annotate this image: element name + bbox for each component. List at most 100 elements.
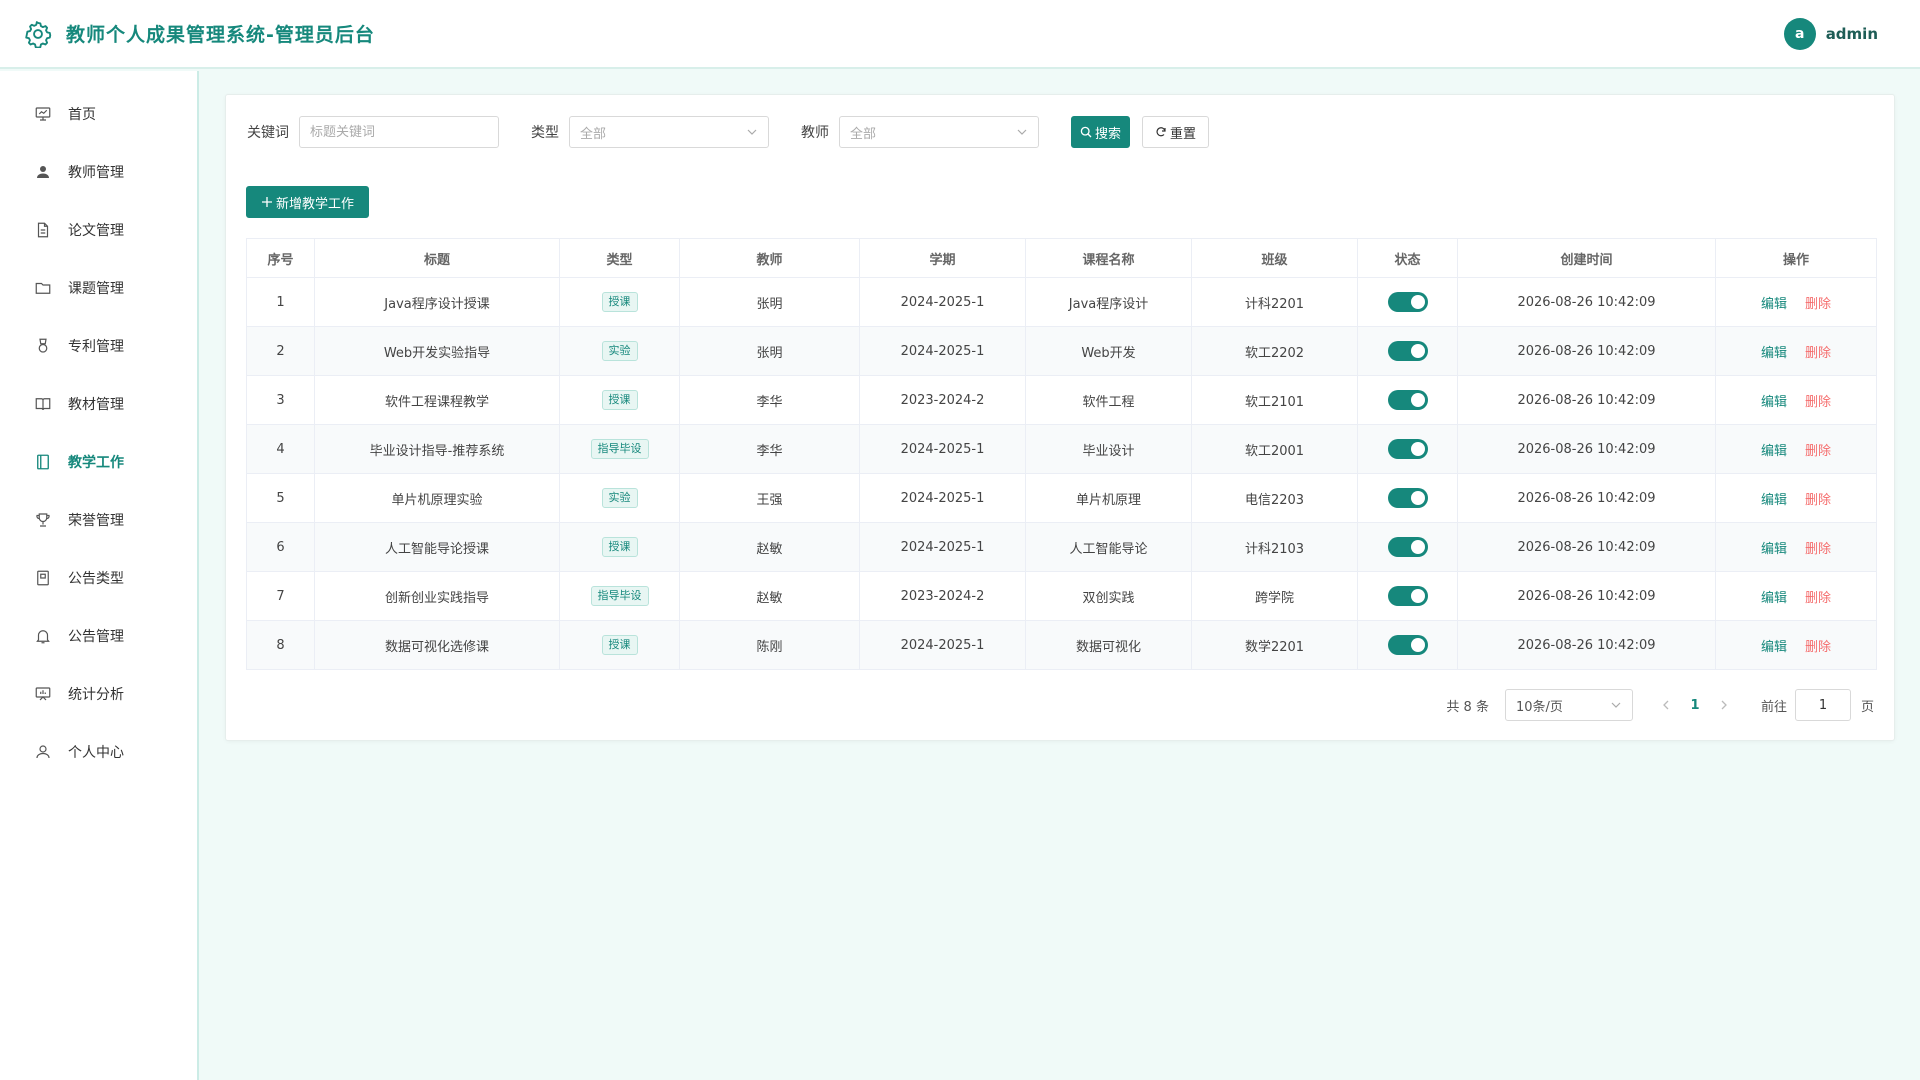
cell-course: Java程序设计: [1025, 277, 1192, 327]
cell-title: 创新创业实践指导: [314, 571, 560, 621]
cell-term: 2024-2025-1: [859, 620, 1026, 670]
sidebar-item-label: 教师管理: [68, 165, 124, 181]
edit-button[interactable]: 编辑: [1761, 297, 1787, 312]
table-row: 2 Web开发实验指导 实验 张明 2024-2025-1 Web开发 软工22…: [246, 326, 1877, 376]
chevron-down-icon: [1610, 699, 1622, 711]
cell-term: 2024-2025-1: [859, 277, 1026, 327]
open-book-icon: [34, 395, 52, 413]
cell-term: 2024-2025-1: [859, 424, 1026, 474]
delete-button[interactable]: 删除: [1805, 542, 1831, 557]
edit-button[interactable]: 编辑: [1761, 640, 1787, 655]
status-toggle[interactable]: [1387, 635, 1428, 655]
cell-created: 2026-08-26 10:42:09: [1457, 571, 1716, 621]
content-card: 关键词 类型 全部 教师 全部 搜索 重置 新增教学工作: [225, 94, 1895, 741]
column-header: 序号: [246, 238, 315, 278]
cell-type: 实验: [559, 473, 680, 523]
cell-no: 2: [246, 326, 315, 376]
column-header: 状态: [1357, 238, 1458, 278]
status-toggle[interactable]: [1387, 537, 1428, 557]
page-number-current[interactable]: 1: [1681, 698, 1709, 713]
delete-button[interactable]: 删除: [1805, 444, 1831, 459]
sidebar-item-projects[interactable]: 课题管理: [0, 259, 197, 317]
cell-status: [1357, 424, 1458, 474]
status-toggle[interactable]: [1387, 488, 1428, 508]
sidebar-item-honors[interactable]: 荣誉管理: [0, 491, 197, 549]
bell-icon: [34, 627, 52, 645]
sidebar-item-notice-types[interactable]: 公告类型: [0, 549, 197, 607]
sidebar-item-label: 专利管理: [68, 339, 124, 355]
cell-status: [1357, 620, 1458, 670]
edit-button[interactable]: 编辑: [1761, 444, 1787, 459]
cell-no: 6: [246, 522, 315, 572]
status-toggle[interactable]: [1387, 586, 1428, 606]
cell-course: 软件工程: [1025, 375, 1192, 425]
user-name[interactable]: admin: [1826, 25, 1878, 43]
status-toggle[interactable]: [1387, 390, 1428, 410]
cell-class: 软工2101: [1191, 375, 1358, 425]
folder-icon: [34, 279, 52, 297]
keyword-input[interactable]: [299, 116, 499, 148]
page-size-select[interactable]: 10条/页: [1504, 689, 1633, 721]
column-header: 学期: [859, 238, 1026, 278]
avatar[interactable]: a: [1783, 17, 1816, 50]
cell-class: 跨学院: [1191, 571, 1358, 621]
cell-teacher: 赵敏: [679, 571, 860, 621]
notebook-list-icon: [34, 569, 52, 587]
type-tag: 授课: [601, 292, 638, 312]
delete-button[interactable]: 删除: [1805, 591, 1831, 606]
sidebar-item-textbooks[interactable]: 教材管理: [0, 375, 197, 433]
delete-button[interactable]: 删除: [1805, 346, 1831, 361]
column-header: 班级: [1191, 238, 1358, 278]
status-toggle[interactable]: [1387, 341, 1428, 361]
sidebar-item-label: 个人中心: [68, 745, 124, 761]
delete-button[interactable]: 删除: [1805, 640, 1831, 655]
cell-teacher: 赵敏: [679, 522, 860, 572]
user-menu[interactable]: a admin: [1783, 17, 1878, 50]
search-button[interactable]: 搜索: [1071, 116, 1131, 148]
cell-status: [1357, 375, 1458, 425]
edit-button[interactable]: 编辑: [1761, 346, 1787, 361]
table-row: 8 数据可视化选修课 授课 陈刚 2024-2025-1 数据可视化 数学220…: [246, 620, 1877, 670]
cell-no: 7: [246, 571, 315, 621]
filter-bar: 关键词 类型 全部 教师 全部 搜索 重置: [247, 116, 1210, 148]
table-row: 6 人工智能导论授课 授课 赵敏 2024-2025-1 人工智能导论 计科21…: [246, 522, 1877, 572]
sidebar-item-notices[interactable]: 公告管理: [0, 607, 197, 665]
sidebar-item-home[interactable]: 首页: [0, 85, 197, 143]
delete-button[interactable]: 删除: [1805, 297, 1831, 312]
cell-actions: 编辑 删除: [1715, 326, 1877, 376]
sidebar-item-teaching[interactable]: 教学工作: [0, 433, 197, 491]
type-select[interactable]: 全部: [569, 116, 769, 148]
edit-button[interactable]: 编辑: [1761, 493, 1787, 508]
status-toggle[interactable]: [1387, 439, 1428, 459]
edit-button[interactable]: 编辑: [1761, 395, 1787, 410]
delete-button[interactable]: 删除: [1805, 395, 1831, 410]
cell-title: 人工智能导论授课: [314, 522, 560, 572]
next-page-button[interactable]: [1709, 691, 1739, 719]
teaching-work-table: 序号 标题 类型 教师 学期 课程名称 班级 状态 创建时间 操作 1 Java…: [246, 238, 1877, 670]
column-header: 操作: [1715, 238, 1877, 278]
type-tag: 实验: [601, 341, 638, 361]
goto-page-input[interactable]: [1794, 689, 1851, 721]
edit-button[interactable]: 编辑: [1761, 591, 1787, 606]
edit-button[interactable]: 编辑: [1761, 542, 1787, 557]
prev-page-button[interactable]: [1651, 691, 1681, 719]
add-teaching-work-button[interactable]: 新增教学工作: [246, 186, 370, 218]
cell-no: 3: [246, 375, 315, 425]
cell-term: 2024-2025-1: [859, 473, 1026, 523]
sidebar-item-profile[interactable]: 个人中心: [0, 723, 197, 781]
sidebar-item-statistics[interactable]: 统计分析: [0, 665, 197, 723]
cell-actions: 编辑 删除: [1715, 620, 1877, 670]
table-row: 5 单片机原理实验 实验 王强 2024-2025-1 单片机原理 电信2203…: [246, 473, 1877, 523]
teacher-select[interactable]: 全部: [839, 116, 1039, 148]
status-toggle[interactable]: [1387, 292, 1428, 312]
cell-course: 数据可视化: [1025, 620, 1192, 670]
sidebar-item-teachers[interactable]: 教师管理: [0, 143, 197, 201]
reset-button[interactable]: 重置: [1142, 116, 1210, 148]
delete-button[interactable]: 删除: [1805, 493, 1831, 508]
cell-class: 计科2103: [1191, 522, 1358, 572]
sidebar-item-label: 荣誉管理: [68, 513, 124, 529]
type-tag: 实验: [601, 488, 638, 508]
sidebar-item-patents[interactable]: 专利管理: [0, 317, 197, 375]
trophy-icon: [34, 511, 52, 529]
sidebar-item-papers[interactable]: 论文管理: [0, 201, 197, 259]
